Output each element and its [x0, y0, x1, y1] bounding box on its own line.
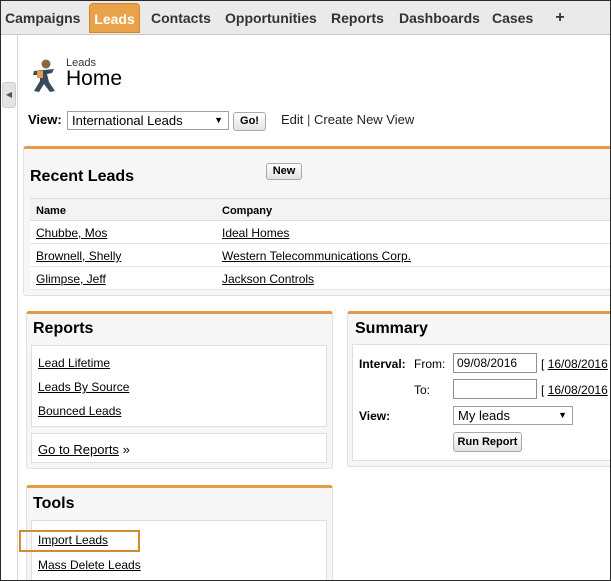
report-link-bounced-leads[interactable]: Bounced Leads	[38, 404, 121, 418]
from-label: From:	[414, 357, 446, 371]
lead-company-link[interactable]: Jackson Controls	[222, 272, 314, 286]
table-row: Chubbe, Mos Ideal Homes	[30, 221, 610, 244]
tab-opportunities[interactable]: Opportunities	[225, 3, 317, 33]
goto-reports-arrow: »	[122, 442, 130, 457]
chevron-down-icon: ▼	[558, 410, 567, 420]
link-separator: |	[307, 112, 311, 127]
summary-view-select[interactable]: My leads ▼	[453, 406, 573, 425]
interval-label: Interval:	[359, 357, 406, 371]
tools-title: Tools	[33, 495, 75, 512]
run-report-button[interactable]: Run Report	[453, 432, 522, 452]
collapse-sidebar-handle[interactable]: ◀	[2, 82, 16, 108]
view-select[interactable]: International Leads ▼	[67, 111, 229, 130]
tab-contacts[interactable]: Contacts	[151, 3, 211, 33]
mass-delete-leads-link[interactable]: Mass Delete Leads	[38, 558, 141, 572]
to-label: To:	[414, 383, 431, 397]
recent-leads-table: Name Company Chubbe, Mos Ideal Homes Bro…	[30, 198, 610, 290]
column-header-name: Name	[36, 205, 66, 217]
tab-reports[interactable]: Reports	[331, 3, 384, 33]
create-new-view-link[interactable]: Create New View	[314, 112, 414, 127]
page-title: Home	[66, 67, 123, 90]
lead-name-link[interactable]: Brownell, Shelly	[36, 249, 121, 263]
lead-name-link[interactable]: Chubbe, Mos	[36, 226, 107, 240]
view-links: Edit | Create New View	[281, 112, 414, 127]
to-today-link[interactable]: [ 16/08/2016	[541, 383, 608, 397]
bracket: [	[541, 357, 545, 371]
bracket: [	[541, 383, 545, 397]
edit-view-link[interactable]: Edit	[281, 112, 303, 127]
table-header: Name Company	[30, 199, 610, 221]
add-tab-icon[interactable]: +	[551, 3, 569, 33]
goto-reports-label: Go to Reports	[38, 442, 119, 457]
lead-company-link[interactable]: Ideal Homes	[222, 226, 289, 240]
goto-reports-link[interactable]: Go to Reports »	[38, 442, 130, 457]
sidebar-divider	[17, 35, 18, 580]
summary-view-value: My leads	[458, 408, 511, 423]
recent-leads-title: Recent Leads	[30, 168, 135, 185]
table-row: Glimpse, Jeff Jackson Controls	[30, 267, 610, 290]
summary-title: Summary	[355, 320, 428, 337]
tab-dashboards[interactable]: Dashboards	[399, 3, 480, 33]
from-date-input[interactable]: 09/08/2016	[453, 353, 537, 373]
to-date-input[interactable]	[453, 379, 537, 399]
app-window: Campaigns Leads Contacts Opportunities R…	[0, 0, 611, 581]
highlight-annotation	[19, 530, 140, 552]
view-label: View:	[28, 112, 62, 127]
lead-name-link[interactable]: Glimpse, Jeff	[36, 272, 106, 286]
go-button[interactable]: Go!	[233, 112, 266, 131]
tab-cases[interactable]: Cases	[492, 3, 533, 33]
tab-leads[interactable]: Leads	[89, 3, 140, 33]
new-lead-button[interactable]: New	[266, 163, 302, 180]
reports-title: Reports	[33, 320, 94, 337]
sidebar-collapse-strip: ◀	[1, 35, 18, 580]
report-link-lead-lifetime[interactable]: Lead Lifetime	[38, 356, 110, 370]
table-row: Brownell, Shelly Western Telecommunicati…	[30, 244, 610, 267]
lead-company-link[interactable]: Western Telecommunications Corp.	[222, 249, 411, 263]
chevron-down-icon: ▼	[214, 115, 223, 125]
from-today-link[interactable]: [ 16/08/2016	[541, 357, 608, 371]
leads-person-icon	[33, 59, 55, 92]
summary-view-label: View:	[359, 409, 391, 423]
column-header-company: Company	[222, 205, 273, 217]
report-link-leads-by-source[interactable]: Leads By Source	[38, 380, 129, 394]
tab-bar: Campaigns Leads Contacts Opportunities R…	[1, 1, 610, 35]
view-select-value: International Leads	[72, 113, 183, 128]
tab-campaigns[interactable]: Campaigns	[5, 3, 80, 33]
from-today-date: 16/08/2016	[547, 357, 608, 371]
to-today-date: 16/08/2016	[547, 383, 608, 397]
